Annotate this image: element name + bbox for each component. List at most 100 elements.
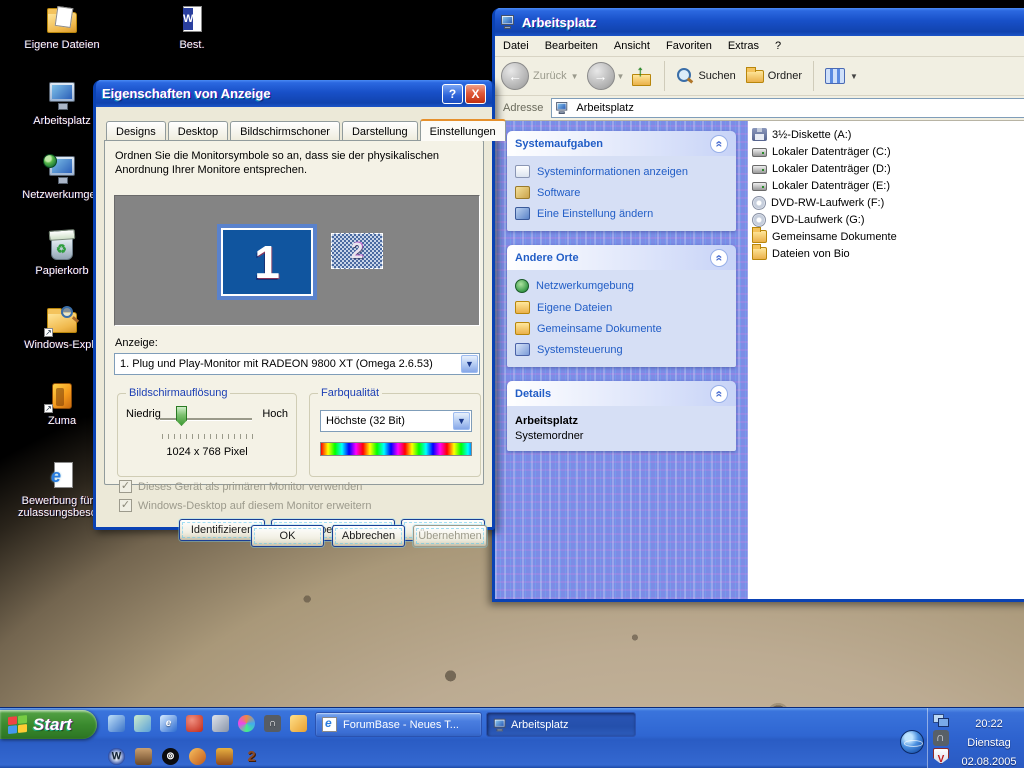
chevron-down-icon: ▼ <box>850 71 858 81</box>
collapse-chevron-icon[interactable]: « <box>710 384 728 403</box>
display-select-value: 1. Plug und Play-Monitor mit RADEON 9800… <box>120 358 433 370</box>
internet-explorer-icon[interactable]: e <box>160 715 177 732</box>
network-tray-icon[interactable] <box>933 712 949 728</box>
place-netzwerkumgebung[interactable]: Netzwerkumgebung <box>515 279 728 293</box>
start-button[interactable]: Start <box>0 710 97 739</box>
menu-ansicht[interactable]: Ansicht <box>606 40 658 52</box>
internet-explorer-document-icon <box>322 716 337 732</box>
folder-icon <box>745 66 764 83</box>
settings-icon <box>515 207 530 220</box>
file-row-dateien-von-bio[interactable]: Dateien von Bio <box>752 244 1024 262</box>
quicklaunch-icon-4[interactable] <box>186 715 203 732</box>
dialog-title: Eigenschaften von Anzeige <box>102 86 271 101</box>
details-header[interactable]: Details « <box>507 381 736 406</box>
color-quality-select[interactable]: Höchste (32 Bit) ▼ <box>320 410 472 432</box>
back-button[interactable]: ← <box>501 62 529 90</box>
collapse-chevron-icon[interactable]: « <box>710 134 728 153</box>
resolution-slider-thumb[interactable] <box>176 406 187 426</box>
menu-extras[interactable]: Extras <box>720 40 767 52</box>
shared-folder-icon <box>515 322 530 335</box>
explorer-window: Arbeitsplatz Datei Bearbeiten Ansicht Fa… <box>492 8 1024 602</box>
antivirus-shield-tray-icon[interactable] <box>933 748 949 764</box>
help-button[interactable]: ? <box>442 83 463 104</box>
system-tasks-header[interactable]: Systemaufgaben « <box>507 131 736 156</box>
globe-tray-icon[interactable] <box>900 730 924 754</box>
avatar-icon[interactable] <box>135 748 152 765</box>
place-systemsteuerung[interactable]: Systemsteuerung <box>515 343 728 356</box>
monitor-1[interactable]: 1 <box>217 224 317 300</box>
ok-button[interactable]: OK <box>251 525 324 547</box>
html-document-icon: e <box>45 460 79 492</box>
task-systeminfo[interactable]: Systeminformationen anzeigen <box>515 165 728 178</box>
steam-icon[interactable]: ⊚ <box>162 748 179 765</box>
quicklaunch-icon-5[interactable] <box>212 715 229 732</box>
settings-tab-panel: Ordnen Sie die Monitorsymbole so an, das… <box>104 140 485 541</box>
menu-bearbeiten[interactable]: Bearbeiten <box>537 40 606 52</box>
system-info-icon <box>515 165 530 178</box>
tray-icon-column <box>928 708 954 768</box>
cancel-button[interactable]: Abbrechen <box>332 525 405 547</box>
file-row-gemeinsame-dokumente[interactable]: Gemeinsame Dokumente <box>752 227 1024 245</box>
taskbar-button-forumbase[interactable]: ForumBase - Neues T... <box>315 712 482 737</box>
tab-einstellungen[interactable]: Einstellungen <box>419 119 506 141</box>
zuma-game-icon <box>44 380 79 413</box>
back-dropdown-icon[interactable]: ▼ <box>571 72 579 81</box>
dialog-titlebar[interactable]: Eigenschaften von Anzeige ? X <box>96 80 492 107</box>
file-row-dvd-rw-f[interactable]: DVD-RW-Laufwerk (F:) <box>752 194 1024 211</box>
task-software[interactable]: Software <box>515 186 728 199</box>
taskbar-button-arbeitsplatz[interactable]: Arbeitsplatz <box>486 712 636 737</box>
address-input[interactable]: Arbeitsplatz <box>551 98 1024 118</box>
desktop-icon-eigene-dateien[interactable]: Eigene Dateien <box>18 4 106 51</box>
audio-headphones-icon[interactable]: ∩ <box>264 715 281 732</box>
quicklaunch-icon-2[interactable] <box>134 715 151 732</box>
desktop-icon-best[interactable]: W Best. <box>148 4 236 51</box>
file-row-drive-d[interactable]: Lokaler Datenträger (D:) <box>752 160 1024 177</box>
windows-flag-icon <box>8 714 28 734</box>
folders-button[interactable]: Ordner <box>745 66 803 83</box>
forward-button[interactable]: → <box>586 62 615 90</box>
file-row-dvd-g[interactable]: DVD-Laufwerk (G:) <box>752 211 1024 228</box>
display-properties-dialog: Eigenschaften von Anzeige ? X Designs De… <box>93 80 506 547</box>
quicklaunch-icon-1[interactable] <box>108 715 125 732</box>
details-panel: Details « Arbeitsplatz Systemordner <box>507 381 736 451</box>
file-row-drive-c[interactable]: Lokaler Datenträger (C:) <box>752 143 1024 160</box>
collapse-chevron-icon[interactable]: « <box>710 248 728 267</box>
checkbox-checked-disabled[interactable]: ✓ <box>119 480 132 493</box>
game-icon-2[interactable] <box>216 748 233 765</box>
display-select[interactable]: 1. Plug und Play-Monitor mit RADEON 9800… <box>114 353 480 375</box>
volume-headphones-tray-icon[interactable] <box>933 730 949 746</box>
file-row-drive-e[interactable]: Lokaler Datenträger (E:) <box>752 177 1024 194</box>
views-button[interactable]: ▼ <box>825 68 860 84</box>
winamp-icon[interactable]: W <box>108 748 125 765</box>
file-row-floppy-a[interactable]: 3½-Diskette (A:) <box>752 126 1024 143</box>
task-change-setting[interactable]: Eine Einstellung ändern <box>515 207 728 220</box>
menu-favoriten[interactable]: Favoriten <box>658 40 720 52</box>
search-button[interactable]: Suchen <box>676 67 736 85</box>
number-2-icon[interactable]: 2 <box>243 748 260 765</box>
place-gemeinsame-dokumente[interactable]: Gemeinsame Dokumente <box>515 322 728 335</box>
game-icon-1[interactable] <box>189 748 206 765</box>
color-depth-rainbow-bar <box>320 442 472 456</box>
close-button[interactable]: X <box>465 83 486 104</box>
other-places-header[interactable]: Andere Orte « <box>507 245 736 270</box>
place-eigene-dateien[interactable]: Eigene Dateien <box>515 301 728 314</box>
toolbar-separator <box>664 61 666 91</box>
quicklaunch-icon-8[interactable] <box>290 715 307 732</box>
explorer-titlebar[interactable]: Arbeitsplatz <box>495 8 1024 36</box>
up-button[interactable]: ↑ <box>631 63 653 86</box>
menu-datei[interactable]: Datei <box>495 40 537 52</box>
chevron-down-icon[interactable]: ▼ <box>453 412 470 430</box>
menu-hilfe[interactable]: ? <box>767 40 789 52</box>
monitor-2[interactable]: 2 <box>331 233 383 269</box>
checkbox-checked-disabled[interactable]: ✓ <box>119 499 132 512</box>
apply-button[interactable]: Übernehmen <box>413 525 487 547</box>
chevron-down-icon[interactable]: ▼ <box>461 355 478 373</box>
clock-time: 20:22 <box>975 718 1003 730</box>
forward-dropdown-icon[interactable]: ▼ <box>617 72 625 81</box>
folders-label: Ordner <box>767 70 803 82</box>
primary-monitor-checkbox-row: ✓ Dieses Gerät als primären Monitor verw… <box>119 480 362 493</box>
color-group-title: Farbqualität <box>318 387 383 399</box>
quicklaunch-icon-6[interactable] <box>238 715 255 732</box>
tray-clock[interactable]: 20:22 Dienstag 02.08.2005 <box>954 708 1024 768</box>
network-places-icon <box>43 154 79 186</box>
